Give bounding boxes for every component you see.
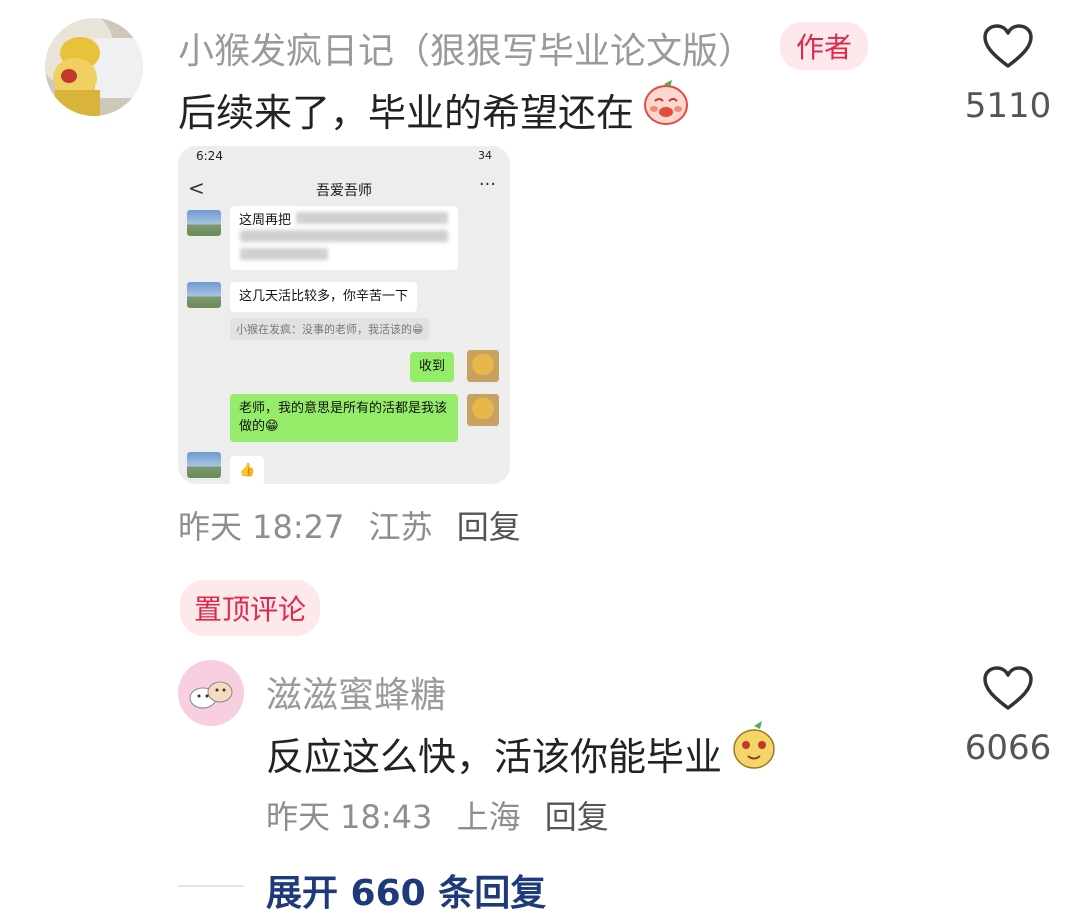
chat-title: 吾爱吾师 [316,183,372,199]
comment-meta: 昨天 18:27 江苏 回复 [178,502,535,548]
comment-text[interactable]: 反应这么快，活该你能毕业 [266,726,722,781]
chat-message-text: 这周再把 [239,213,292,228]
heart-outline-icon [983,666,1033,710]
status-battery: 34 [478,149,492,162]
emoji-sticker-icon [642,78,690,126]
status-time: 6:24 [196,149,223,163]
blurred-text [240,248,328,260]
chat-title-bar: < 吾爱吾师 ··· [178,168,510,208]
chat-reply: 老师，我的意思是所有的活都是我该做的😁 [230,394,458,442]
sender-avatar [187,452,221,478]
avatar[interactable] [178,660,244,726]
comment-time: 昨天 18:43 [266,798,433,836]
comment-location: 上海 [456,798,521,836]
comment-time: 昨天 18:27 [178,508,345,546]
my-avatar [467,394,499,426]
reply-button[interactable]: 回复 [457,508,521,546]
sender-avatar [187,210,221,236]
comment-meta: 昨天 18:43 上海 回复 [266,792,623,838]
avatar-image [53,37,143,116]
comment-username[interactable]: 小猴发疯日记（狠狠写毕业论文版） [178,22,754,74]
like-count: 6066 [964,728,1052,768]
comment-username[interactable]: 滋滋蜜蜂糖 [266,666,446,718]
like-count: 5110 [964,86,1052,126]
divider [178,885,244,887]
chat-thumb: 👍 [230,456,265,484]
pinned-comment-badge: 置顶评论 [180,580,321,636]
comment-text[interactable]: 后续来了，毕业的希望还在 [178,82,634,137]
chat-screenshot[interactable]: 6:24 34 < 吾爱吾师 ··· 这周再把 这几天活比较多，你辛苦一下 小猴… [178,146,510,484]
emoji-sticker-icon [730,720,778,770]
blurred-text [240,230,448,242]
author-badge: 作者 [780,22,869,70]
avatar-image [189,681,233,709]
chat-reply: 收到 [410,352,455,382]
my-avatar [467,350,499,382]
reply-button[interactable]: 回复 [545,798,609,836]
status-bar: 6:24 34 [178,146,510,168]
chat-message: 这几天活比较多，你辛苦一下 [230,282,418,312]
like-button[interactable] [982,666,1034,712]
heart-outline-icon [983,24,1033,68]
comment-location: 江苏 [368,508,433,546]
more-icon: ··· [478,174,496,195]
quoted-message: 小猴在发疯：没事的老师，我活该的😁 [230,318,430,340]
sender-avatar [187,282,221,308]
expand-replies-button[interactable]: 展开 660 条回复 [266,864,546,916]
like-button[interactable] [982,24,1034,70]
blurred-text [296,212,448,224]
avatar[interactable] [45,18,143,116]
